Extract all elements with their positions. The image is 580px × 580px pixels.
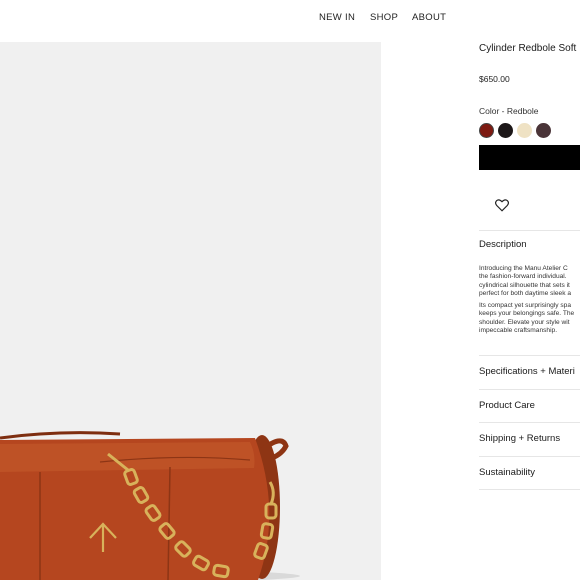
swatch-black[interactable] [498, 123, 513, 138]
desc-line: impeccable craftsmanship. [479, 327, 558, 335]
color-label: Color - Redbole [479, 106, 539, 116]
product-info: Cylinder Redbole Soft $650.00 Color - Re… [479, 0, 580, 580]
nav-new-in[interactable]: NEW IN [319, 12, 355, 23]
swatch-redbole[interactable] [479, 123, 494, 138]
divider [479, 355, 580, 356]
product-price: $650.00 [479, 74, 510, 84]
bag-illustration [0, 431, 300, 580]
desc-line: the fashion-forward individual. [479, 273, 567, 281]
swatch-dark-brown[interactable] [536, 123, 551, 138]
shipping-returns-toggle[interactable]: Shipping + Returns [479, 433, 560, 444]
nav-about[interactable]: ABOUT [412, 12, 446, 23]
description-text: Introducing the Manu Atelier C the fashi… [479, 265, 580, 339]
add-to-bag-button[interactable] [479, 145, 580, 170]
heart-icon[interactable] [495, 199, 509, 212]
divider [479, 422, 580, 423]
nav-shop[interactable]: SHOP [370, 12, 398, 23]
divider [479, 389, 580, 390]
divider [479, 489, 580, 490]
product-care-toggle[interactable]: Product Care [479, 400, 535, 411]
desc-line: Its compact yet surprisingly spa [479, 302, 571, 310]
product-title: Cylinder Redbole Soft [479, 43, 577, 54]
specifications-toggle[interactable]: Specifications + Materi [479, 366, 575, 377]
desc-line: shoulder. Elevate your style wit [479, 318, 570, 326]
description-toggle[interactable]: Description [479, 239, 527, 250]
divider [479, 456, 580, 457]
sustainability-toggle[interactable]: Sustainability [479, 467, 535, 478]
product-image [0, 42, 381, 580]
divider [479, 230, 580, 231]
desc-line: cylindrical silhouette that sets it [479, 281, 570, 289]
desc-line: keeps your belongings safe. The [479, 310, 575, 318]
swatch-cream[interactable] [517, 123, 532, 138]
desc-line: perfect for both daytime sleek a [479, 289, 571, 297]
desc-line: Introducing the Manu Atelier C [479, 265, 568, 272]
